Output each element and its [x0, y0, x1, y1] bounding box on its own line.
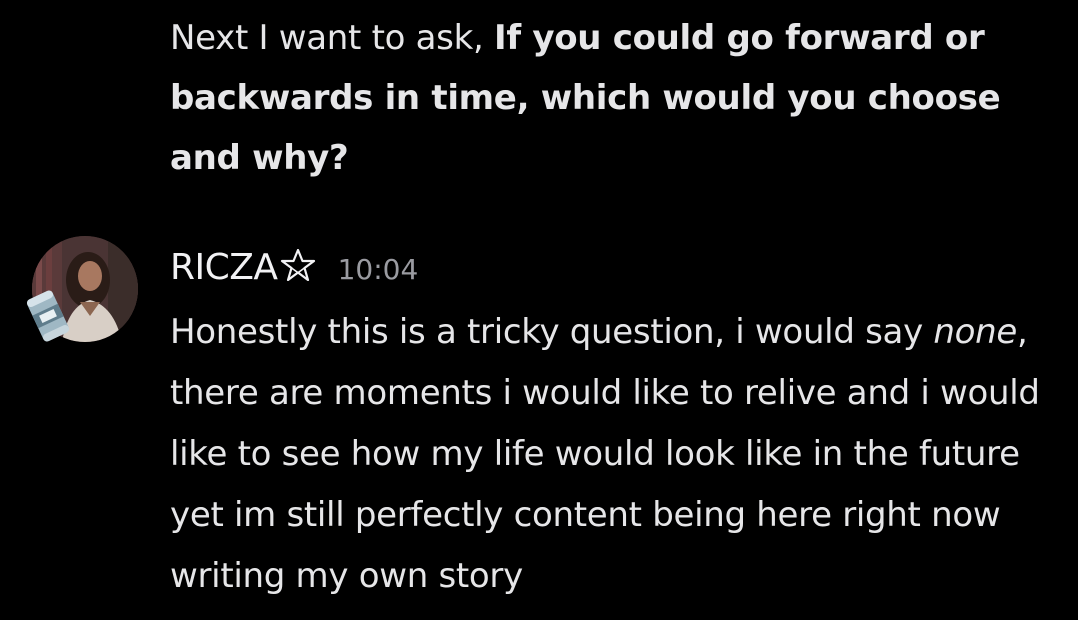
message-timestamp[interactable]: 10:04 — [338, 253, 419, 286]
message-text-italic: none — [933, 312, 1018, 352]
username[interactable]: RICZA — [170, 247, 278, 288]
previous-message-text: Next I want to ask, — [170, 18, 494, 58]
message-content: Honestly this is a tricky question, i wo… — [170, 302, 1070, 607]
pentagram-icon[interactable] — [280, 248, 316, 282]
message-header: RICZA 10:04 — [170, 247, 418, 295]
message-text: Honestly this is a tricky question, i wo… — [170, 312, 934, 352]
previous-message-content: Next I want to ask, If you could go forw… — [170, 8, 1050, 188]
chat-log: Next I want to ask, If you could go forw… — [0, 0, 1078, 620]
avatar-decoration-can-icon — [26, 290, 70, 342]
message-text-continued: , there are moments i would like to reli… — [170, 312, 1040, 596]
